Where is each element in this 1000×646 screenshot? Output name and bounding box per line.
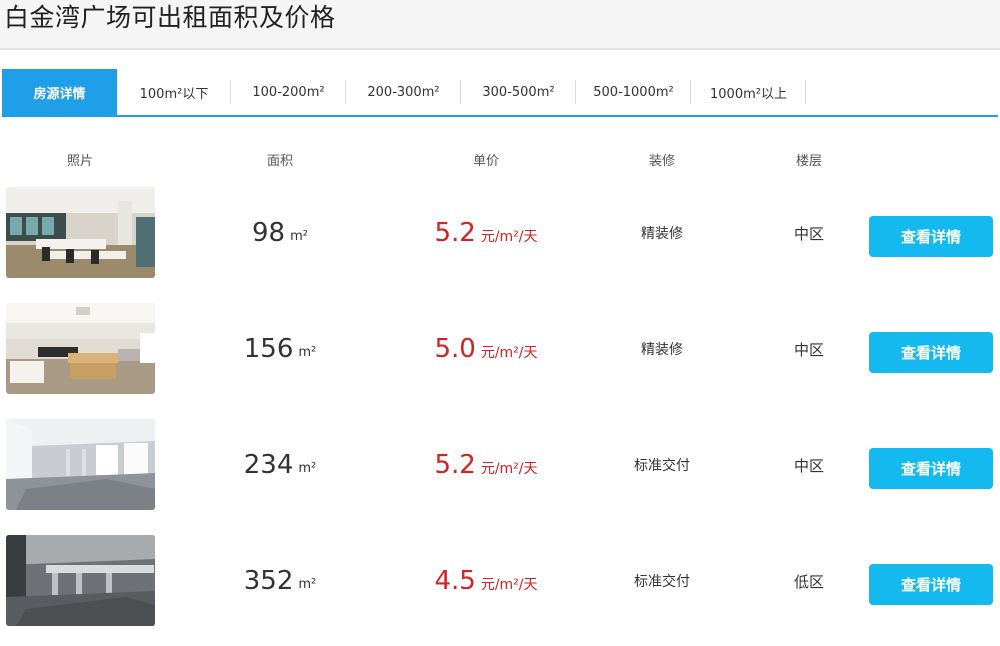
listing-row: 156 m² 5.0 元/m²/天 精装修 中区 查看详情 bbox=[0, 303, 1000, 395]
floor-text: 中区 bbox=[793, 456, 824, 475]
view-details-button[interactable]: 查看详情 bbox=[869, 216, 993, 257]
tab-200-300[interactable]: 200-300m² bbox=[346, 69, 461, 115]
floor-cell: 低区 bbox=[769, 535, 849, 627]
office-photo-3 bbox=[6, 419, 155, 510]
decoration-cell: 标准交付 bbox=[602, 535, 722, 627]
area-value: 156 bbox=[243, 334, 294, 364]
decoration-text: 精装修 bbox=[641, 342, 683, 358]
area-cell: 352 m² bbox=[190, 535, 370, 627]
area-value: 352 bbox=[243, 566, 294, 596]
office-photo-1 bbox=[6, 187, 155, 278]
price-cell: 5.2 元/m²/天 bbox=[396, 419, 576, 511]
price-cell: 5.2 元/m²/天 bbox=[396, 187, 576, 279]
area-unit: m² bbox=[298, 460, 317, 476]
floor-cell: 中区 bbox=[769, 419, 849, 511]
area-cell: 98 m² bbox=[190, 187, 370, 279]
view-details-button[interactable]: 查看详情 bbox=[869, 332, 993, 373]
floor-cell: 中区 bbox=[769, 303, 849, 395]
office-photo-icon[interactable] bbox=[6, 419, 155, 510]
area-value: 234 bbox=[243, 450, 294, 480]
decoration-cell: 精装修 bbox=[602, 187, 722, 279]
page-header: 白金湾广场可出租面积及价格 bbox=[0, 0, 1000, 50]
office-photo-icon[interactable] bbox=[6, 535, 155, 626]
listing-row: 352 m² 4.5 元/m²/天 标准交付 低区 查看详情 bbox=[0, 535, 1000, 627]
tab-100-200[interactable]: 100-200m² bbox=[231, 69, 346, 115]
price-unit: 元/m²/天 bbox=[480, 577, 538, 593]
price-cell: 5.0 元/m²/天 bbox=[396, 303, 576, 395]
price-unit: 元/m²/天 bbox=[480, 461, 538, 477]
area-cell: 234 m² bbox=[190, 419, 370, 511]
decoration-text: 标准交付 bbox=[634, 574, 690, 590]
price-value: 5.2 bbox=[434, 450, 476, 480]
price-value: 4.5 bbox=[434, 566, 476, 596]
floor-text: 低区 bbox=[793, 572, 824, 591]
tab-under-100[interactable]: 100m²以下 bbox=[117, 69, 231, 115]
price-value: 5.2 bbox=[434, 218, 476, 248]
office-photo-4 bbox=[6, 535, 155, 626]
view-details-button[interactable]: 查看详情 bbox=[869, 564, 993, 605]
page-title: 白金湾广场可出租面积及价格 bbox=[4, 3, 336, 32]
tab-bar: 房源详情 100m²以下 100-200m² 200-300m² 300-500… bbox=[2, 69, 998, 117]
decoration-text: 标准交付 bbox=[634, 458, 690, 474]
column-header-photo: 照片 bbox=[66, 154, 93, 169]
floor-text: 中区 bbox=[793, 340, 824, 359]
office-photo-icon[interactable] bbox=[6, 303, 155, 394]
tab-300-500[interactable]: 300-500m² bbox=[461, 69, 576, 115]
office-photo-2 bbox=[6, 303, 155, 394]
area-value: 98 bbox=[252, 218, 286, 248]
price-unit: 元/m²/天 bbox=[480, 229, 538, 245]
decoration-cell: 精装修 bbox=[602, 303, 722, 395]
column-header-area: 面积 bbox=[266, 154, 293, 169]
column-header-decoration: 装修 bbox=[648, 154, 675, 169]
tab-listing-details[interactable]: 房源详情 bbox=[2, 69, 117, 115]
floor-text: 中区 bbox=[793, 224, 824, 243]
view-details-button[interactable]: 查看详情 bbox=[869, 448, 993, 489]
area-unit: m² bbox=[298, 576, 317, 592]
office-photo-icon[interactable] bbox=[6, 187, 155, 278]
floor-cell: 中区 bbox=[769, 187, 849, 279]
tab-500-1000[interactable]: 500-1000m² bbox=[576, 69, 691, 115]
listing-row: 98 m² 5.2 元/m²/天 精装修 中区 查看详情 bbox=[0, 187, 1000, 279]
area-unit: m² bbox=[290, 228, 308, 244]
tab-over-1000[interactable]: 1000m²以上 bbox=[691, 69, 806, 115]
price-cell: 4.5 元/m²/天 bbox=[396, 535, 576, 627]
column-header-floor: 楼层 bbox=[795, 154, 822, 169]
price-unit: 元/m²/天 bbox=[480, 345, 538, 361]
listing-row: 234 m² 5.2 元/m²/天 标准交付 中区 查看详情 bbox=[0, 419, 1000, 511]
decoration-text: 精装修 bbox=[641, 226, 683, 242]
column-header-price: 单价 bbox=[472, 154, 499, 169]
area-unit: m² bbox=[298, 344, 317, 360]
decoration-cell: 标准交付 bbox=[602, 419, 722, 511]
price-value: 5.0 bbox=[434, 334, 476, 364]
area-cell: 156 m² bbox=[190, 303, 370, 395]
